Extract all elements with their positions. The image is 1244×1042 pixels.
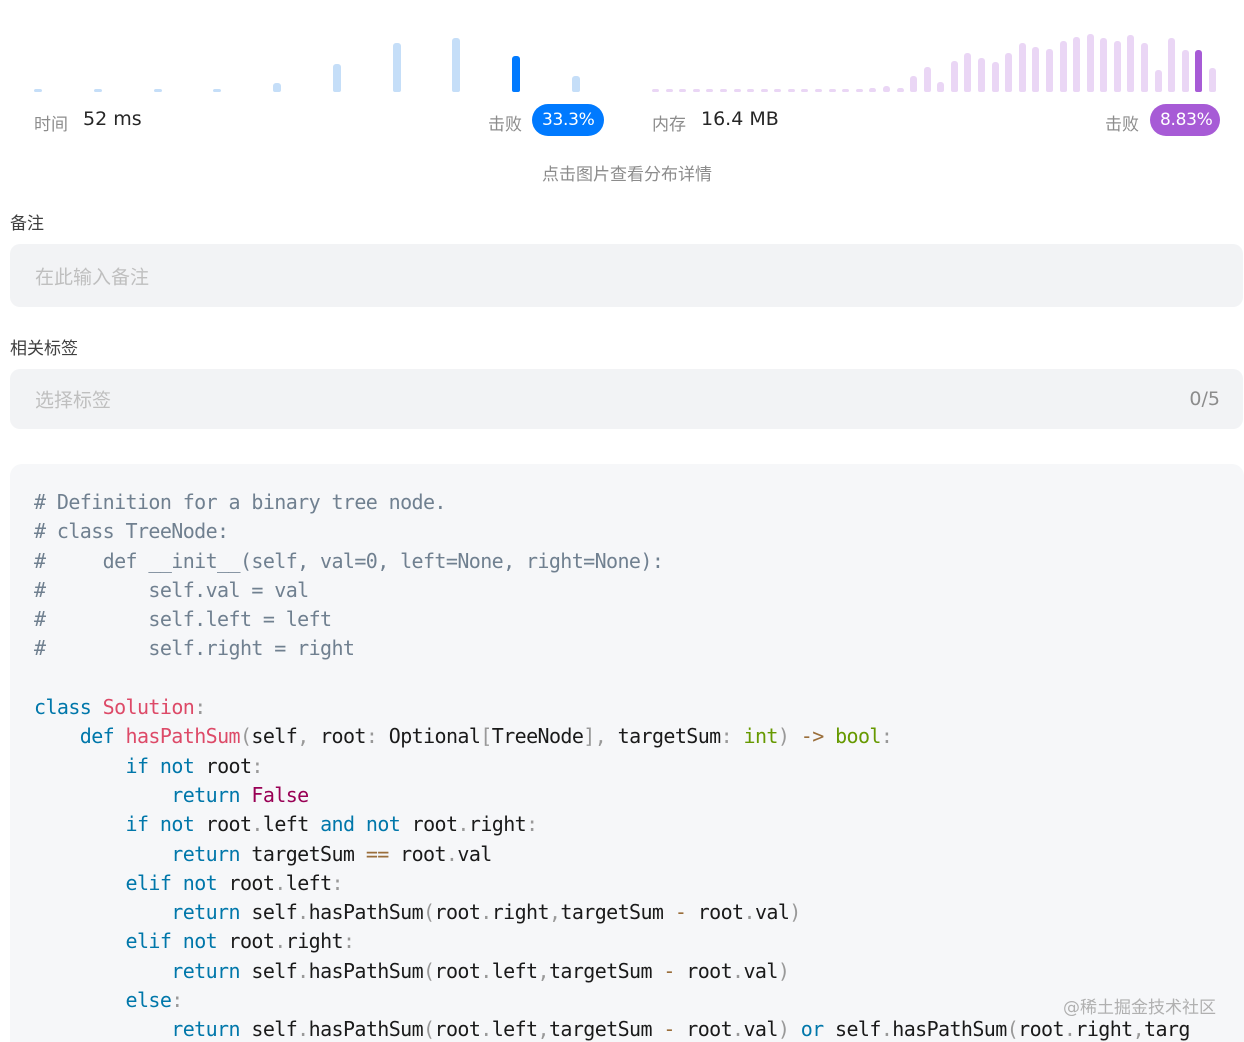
memory-bar (801, 89, 809, 92)
code-line: if not root.left and not root.right: (125, 812, 539, 837)
memory-bar (1100, 38, 1108, 92)
memory-stat-row: 内存 16.4 MB 击败 8.83% (652, 104, 1220, 136)
memory-distribution-chart[interactable] (652, 0, 1220, 96)
runtime-bar (572, 76, 580, 92)
memory-bar (923, 66, 931, 92)
memory-bar (1127, 35, 1135, 92)
memory-bar (787, 89, 795, 92)
code-line: return self.hasPathSum(root.left,targetS… (171, 1017, 1190, 1042)
code-line: # Definition for a binary tree node. (34, 490, 446, 514)
code-line: # self.right = right (34, 636, 355, 661)
runtime-beat-badge: 33.3% (532, 104, 604, 136)
runtime-bar (34, 89, 42, 92)
runtime-bar (93, 89, 102, 92)
memory-bar (842, 89, 850, 92)
tags-counter: 0/5 (1189, 388, 1220, 410)
memory-bar (1045, 48, 1053, 92)
memory-bar (869, 87, 877, 92)
memory-bar (1154, 69, 1162, 92)
code-line: # self.val = val (34, 577, 309, 602)
memory-bar (1018, 42, 1026, 92)
memory-beat-badge: 8.83% (1150, 104, 1220, 136)
memory-bar (1005, 53, 1013, 92)
memory-bar (679, 89, 687, 92)
memory-bar (774, 89, 782, 92)
runtime-bar (153, 89, 162, 92)
memory-bar (950, 60, 958, 92)
notes-placeholder: 在此输入备注 (35, 266, 150, 288)
memory-bar (706, 89, 714, 92)
code-line: else: (125, 988, 184, 1013)
notes-label: 备注 (10, 214, 44, 234)
memory-value: 16.4 MB (701, 108, 779, 130)
memory-bar (1113, 41, 1121, 92)
code-line: return targetSum == root.val (171, 841, 492, 866)
code-line: return self.hasPathSum(root.left,targetS… (171, 958, 790, 983)
memory-bar (1181, 50, 1189, 92)
runtime-label: 时间 (34, 115, 68, 135)
code-line: elif not root.right: (125, 929, 356, 954)
memory-bar (978, 57, 986, 92)
memory-bar (991, 62, 999, 92)
watermark: @稀土掘金技术社区 (1063, 998, 1216, 1018)
memory-bar (855, 89, 863, 92)
code-line: if not root: (125, 753, 264, 778)
code-line: # self.left = left (34, 607, 332, 632)
code-line: elif not root.left: (125, 870, 344, 895)
runtime-stat-row: 时间 52 ms 击败 33.3% (34, 104, 604, 136)
code-line: # class TreeNode: (34, 519, 229, 544)
runtime-bar (452, 38, 461, 92)
memory-bar (937, 81, 945, 92)
code-line: class Solution: (34, 695, 206, 720)
memory-bar (1073, 36, 1081, 92)
memory-bar (652, 89, 659, 92)
tags-placeholder: 选择标签 (35, 389, 112, 412)
memory-bar (896, 87, 904, 92)
memory-bar (747, 89, 755, 92)
memory-bar (692, 89, 700, 92)
memory-bar (719, 89, 727, 92)
runtime-bar (392, 42, 401, 92)
memory-bar (828, 89, 836, 92)
memory-bar (910, 75, 918, 92)
runtime-beat-label: 击败 (488, 115, 522, 135)
runtime-value: 52 ms (83, 108, 142, 130)
memory-bar (1059, 41, 1067, 92)
distribution-hint: 点击图片查看分布详情 (542, 165, 712, 185)
runtime-panel[interactable]: 时间 52 ms 击败 33.3% (34, 0, 604, 140)
memory-bar (733, 89, 741, 92)
memory-bar (1209, 68, 1216, 92)
memory-bar (1168, 38, 1176, 92)
runtime-bar (273, 83, 282, 92)
runtime-bar (512, 56, 521, 92)
notes-input[interactable]: 在此输入备注 (10, 244, 1243, 307)
memory-bar (1086, 33, 1094, 92)
memory-bar (760, 89, 768, 92)
code-line: # def __init__(self, val=0, left=None, r… (34, 548, 664, 573)
code-content: # Definition for a binary tree node. # cl… (34, 488, 1190, 1042)
memory-bar (1141, 42, 1149, 92)
memory-panel[interactable]: 内存 16.4 MB 击败 8.83% (652, 0, 1220, 140)
memory-bar (815, 89, 823, 92)
code-line: return self.hasPathSum(root.right,target… (171, 900, 801, 925)
runtime-bar (332, 63, 341, 92)
tags-select[interactable]: 选择标签 0/5 (10, 369, 1243, 429)
runtime-bar (213, 89, 222, 92)
memory-bar (1032, 47, 1040, 92)
code-line: return False (171, 782, 309, 807)
memory-bar (665, 89, 673, 92)
memory-bar (882, 86, 890, 92)
runtime-distribution-chart[interactable] (34, 0, 604, 96)
memory-bar (964, 53, 972, 92)
code-line: def hasPathSum(self, root: Optional[Tree… (79, 724, 893, 749)
memory-label: 内存 (652, 115, 686, 135)
code-block[interactable]: # Definition for a binary tree node. # cl… (10, 464, 1244, 1042)
memory-bar (1195, 50, 1203, 92)
tags-label: 相关标签 (10, 339, 78, 359)
memory-beat-label: 击败 (1105, 115, 1139, 135)
